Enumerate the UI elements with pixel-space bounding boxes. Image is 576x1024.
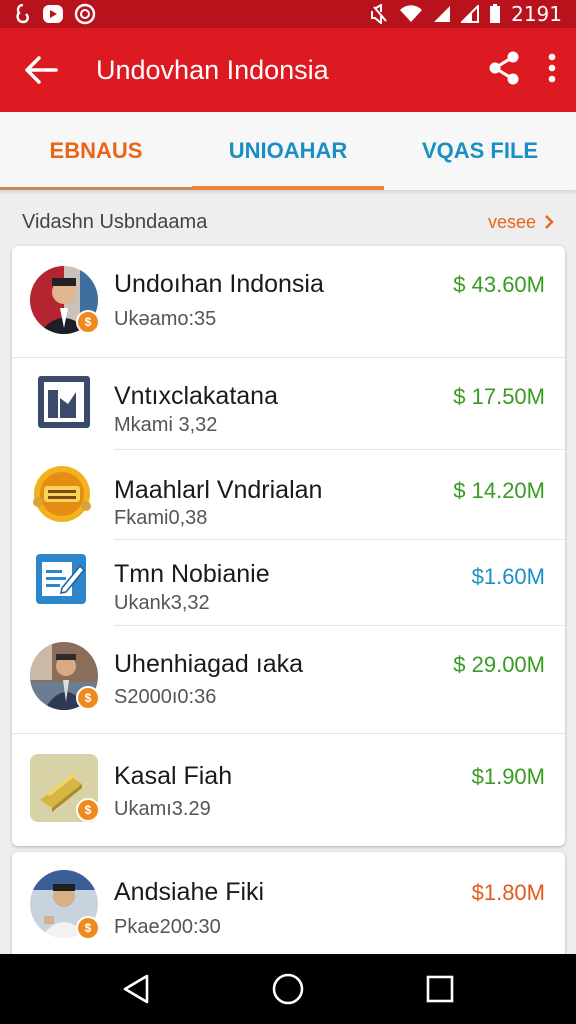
nav-recents-icon[interactable] bbox=[410, 959, 470, 1019]
list-item[interactable]: Tmn Nobianie Ukank3,32 $1.60M bbox=[12, 540, 565, 626]
mute-icon bbox=[371, 4, 389, 24]
item-name: Uhenhiagad ıaka bbox=[114, 650, 304, 678]
navigation-bar bbox=[0, 954, 576, 1024]
wifi-icon bbox=[399, 5, 423, 23]
nav-home-icon[interactable] bbox=[258, 959, 318, 1019]
more-vert-icon[interactable] bbox=[548, 53, 556, 88]
list-item[interactable]: Maahlarl Vndrialan Fkami0,38 $ 14.20M bbox=[12, 450, 565, 540]
list-card: $ Undoıhan Indonsia Ukəamo:35 $ 43.60M V… bbox=[12, 246, 565, 846]
item-amount: $1.90M bbox=[471, 764, 545, 789]
app-title: Undovhan Indonsia bbox=[96, 54, 329, 85]
badge-icon: $ bbox=[76, 310, 100, 334]
see-all-label: vesee bbox=[487, 211, 536, 232]
item-amount: $1.60M bbox=[471, 564, 545, 589]
badge-icon: $ bbox=[76, 798, 100, 822]
section-header: Vidashn Usbndaama vesee bbox=[0, 200, 576, 244]
item-sub: Ukəamo:35 bbox=[114, 308, 217, 330]
tab-ebnaus[interactable]: EBNAUS bbox=[0, 112, 192, 190]
status-bar: 2191 bbox=[0, 0, 576, 28]
see-all-link[interactable]: vesee bbox=[488, 212, 554, 233]
item-sub: S2000ı0:36 bbox=[114, 686, 217, 708]
item-sub: Mkami 3,32 bbox=[114, 414, 218, 436]
arrow-back-icon[interactable] bbox=[20, 49, 62, 91]
chart-app-icon bbox=[34, 372, 94, 432]
list-item[interactable]: $ Kasal Fiah Ukamı3.29 $1.90M bbox=[12, 734, 565, 846]
item-name: Undoıhan Indonsia bbox=[114, 270, 324, 298]
list-item[interactable]: Vntıxclakatana Mkami 3,32 $ 17.50M bbox=[12, 358, 565, 450]
signal-icon bbox=[433, 5, 451, 23]
list-card: $ Andsiahe Fiki Pkae200:30 $1.80M bbox=[12, 852, 565, 962]
notification-icon bbox=[74, 3, 96, 25]
item-amount: $1.80M bbox=[471, 880, 545, 905]
battery-icon bbox=[489, 4, 501, 24]
item-amount: $ 29.00M bbox=[453, 652, 545, 677]
nav-back-icon[interactable] bbox=[106, 959, 166, 1019]
edit-document-icon bbox=[34, 552, 88, 606]
gold-badge-icon bbox=[30, 462, 94, 526]
tab-unioahar[interactable]: UNIOAHAR bbox=[192, 112, 384, 190]
item-name: Andsiahe Fiki bbox=[114, 878, 265, 906]
item-amount: $ 17.50M bbox=[453, 384, 545, 409]
item-sub: Fkami0,38 bbox=[114, 507, 208, 529]
item-name: Vntıxclakatana bbox=[114, 382, 278, 410]
list-item[interactable]: $ Andsiahe Fiki Pkae200:30 $1.80M bbox=[12, 852, 565, 962]
status-time: 2191 bbox=[511, 2, 562, 26]
notification-icon bbox=[14, 4, 32, 24]
section-title: Vidashn Usbndaama bbox=[22, 210, 208, 233]
item-sub: Ukamı3.29 bbox=[114, 798, 211, 820]
tab-vqas-file[interactable]: VQAS FILE bbox=[384, 112, 576, 190]
item-amount: $ 14.20M bbox=[453, 478, 545, 503]
item-name: Maahlarl Vndrialan bbox=[114, 476, 323, 504]
list-item[interactable]: $ Uhenhiagad ıaka S2000ı0:36 $ 29.00M bbox=[12, 626, 565, 734]
badge-icon: $ bbox=[76, 916, 100, 940]
tab-bar: EBNAUS UNIOAHAR VQAS FILE bbox=[0, 112, 576, 190]
item-name: Kasal Fiah bbox=[114, 762, 233, 790]
app-bar: Undovhan Indonsia bbox=[0, 28, 576, 112]
list-item[interactable]: $ Undoıhan Indonsia Ukəamo:35 $ 43.60M bbox=[12, 246, 565, 358]
item-sub: Pkae200:30 bbox=[114, 916, 221, 938]
chevron-right-icon bbox=[545, 215, 554, 229]
badge-icon: $ bbox=[76, 686, 100, 710]
share-icon[interactable] bbox=[488, 51, 520, 90]
item-sub: Ukank3,32 bbox=[114, 592, 210, 614]
signal-icon bbox=[461, 5, 480, 23]
item-name: Tmn Nobianie bbox=[114, 560, 270, 588]
item-amount: $ 43.60M bbox=[453, 272, 545, 297]
notification-icon bbox=[42, 4, 64, 24]
